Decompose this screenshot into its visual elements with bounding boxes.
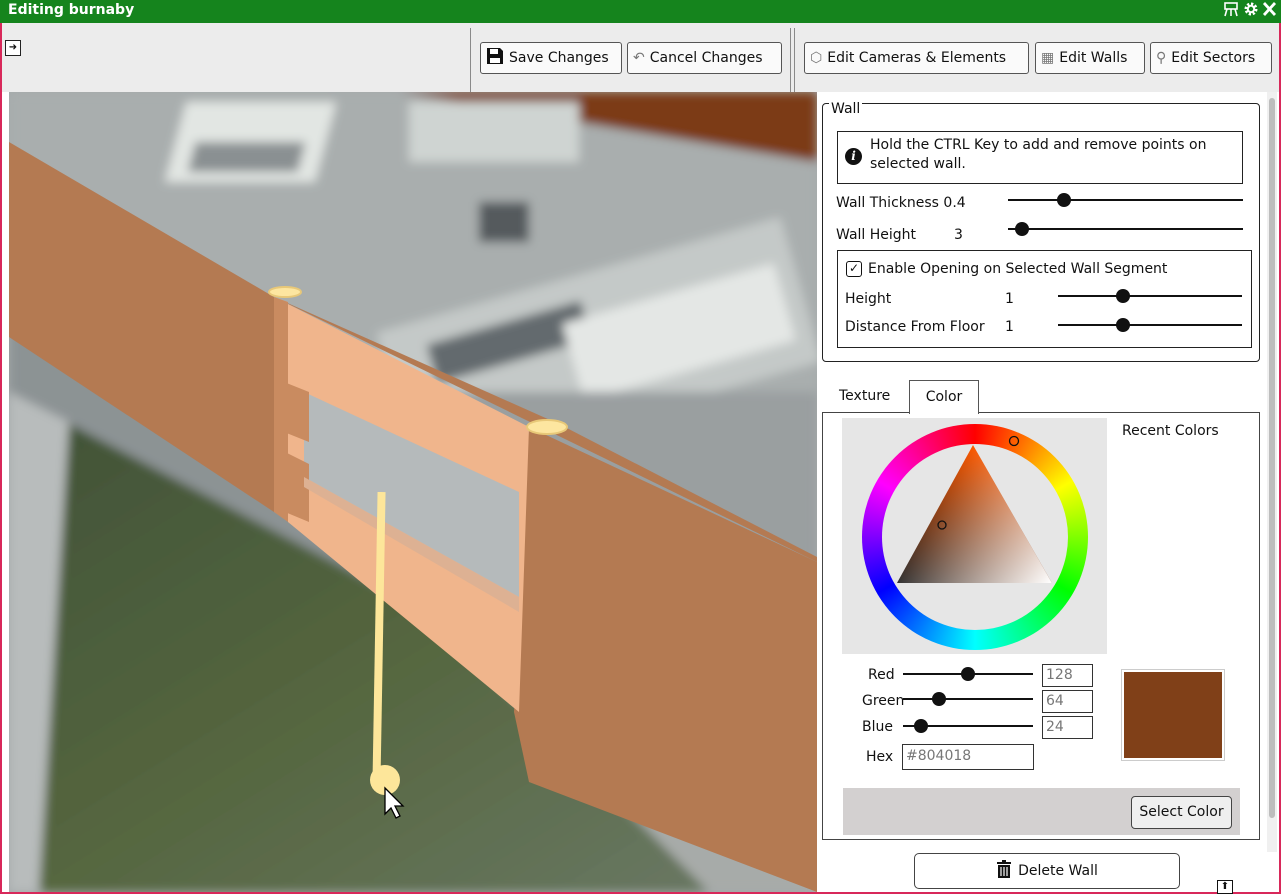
color-preview-swatch — [1121, 669, 1225, 761]
opening-height-slider[interactable] — [1058, 289, 1242, 303]
cancel-changes-button[interactable]: ↶ Cancel Changes — [627, 42, 782, 74]
green-input[interactable]: 64 — [1042, 690, 1093, 713]
slider-thumb[interactable] — [1115, 318, 1130, 332]
scrollbar-thumb[interactable] — [1269, 98, 1275, 818]
collapse-panel-button[interactable]: ➜ — [5, 40, 21, 56]
distance-from-floor-slider[interactable] — [1058, 318, 1242, 332]
hex-input[interactable]: #804018 — [902, 744, 1034, 770]
wall-height-slider[interactable] — [1008, 222, 1243, 236]
enable-opening-label: Enable Opening on Selected Wall Segment — [868, 261, 1168, 277]
info-icon: i — [845, 148, 862, 165]
title-bar: Editing burnaby — [0, 0, 1281, 23]
red-slider[interactable] — [903, 667, 1033, 681]
red-label: Red — [868, 667, 895, 683]
select-color-button[interactable]: Select Color — [1131, 796, 1232, 829]
info-text: Hold the CTRL Key to add and remove poin… — [870, 137, 1207, 172]
cube-icon: ⬡ — [810, 50, 823, 66]
title-icons — [1223, 1, 1277, 21]
opening-height-label: Height — [845, 291, 892, 307]
close-icon[interactable] — [1262, 1, 1277, 21]
wall-height-value: 3 — [954, 227, 963, 243]
slider-thumb[interactable] — [932, 692, 947, 706]
toolbar-separator — [794, 28, 795, 92]
color-wheel-picker[interactable] — [842, 418, 1107, 654]
panel-scrollbar[interactable] — [1267, 92, 1277, 852]
3d-viewport[interactable] — [9, 92, 817, 892]
scroll-up-button[interactable]: ⬆ — [1217, 880, 1233, 894]
green-slider[interactable] — [903, 692, 1033, 706]
wall-thickness-slider[interactable] — [1008, 193, 1243, 207]
undo-arrow-icon: ↶ — [633, 50, 645, 66]
green-label: Green — [862, 693, 905, 709]
slider-thumb[interactable] — [1115, 289, 1130, 303]
wall-thickness-value: 0.4 — [943, 195, 966, 211]
info-box: i Hold the CTRL Key to add and remove po… — [837, 131, 1243, 184]
hex-label: Hex — [866, 749, 894, 765]
enable-opening-checkbox[interactable]: ✓ — [846, 261, 862, 277]
wall-thickness-label: Wall Thickness 0.4 — [836, 195, 966, 211]
floppy-disk-icon — [486, 47, 504, 69]
bricks-icon: ▦ — [1041, 50, 1055, 66]
distance-from-floor-label: Distance From Floor — [845, 319, 985, 335]
tab-color[interactable]: Color — [909, 380, 979, 414]
slider-thumb[interactable] — [1014, 222, 1029, 236]
blue-input[interactable]: 24 — [1042, 716, 1093, 739]
gear-icon[interactable] — [1243, 1, 1259, 21]
slider-thumb[interactable] — [913, 719, 928, 733]
color-preview-fill — [1124, 672, 1222, 758]
edit-cameras-button[interactable]: ⬡ Edit Cameras & Elements — [804, 42, 1029, 74]
trash-icon — [996, 860, 1012, 882]
tab-texture[interactable]: Texture — [829, 380, 900, 413]
opening-height-value: 1 — [1005, 291, 1014, 307]
window-title: Editing burnaby — [8, 2, 135, 18]
wall-group-legend: Wall — [829, 101, 863, 117]
wall-height-label: Wall Height — [836, 227, 917, 243]
hue-handle[interactable] — [1008, 435, 1020, 447]
slider-thumb[interactable] — [961, 667, 976, 681]
distance-from-floor-value: 1 — [1005, 319, 1014, 335]
edit-walls-button[interactable]: ▦ Edit Walls — [1035, 42, 1145, 74]
toolbar-separator — [470, 28, 471, 92]
layout-icon[interactable] — [1223, 1, 1240, 21]
scene-canvas[interactable] — [9, 92, 817, 892]
save-changes-button[interactable]: Save Changes — [480, 42, 622, 74]
recent-colors-label: Recent Colors — [1122, 423, 1219, 439]
slider-thumb[interactable] — [1056, 193, 1071, 207]
blue-slider[interactable] — [903, 719, 1033, 733]
saturation-triangle[interactable] — [842, 418, 1107, 654]
edit-sectors-button[interactable]: ⚲ Edit Sectors — [1150, 42, 1272, 74]
delete-wall-button[interactable]: Delete Wall — [914, 853, 1180, 889]
red-input[interactable]: 128 — [1042, 664, 1093, 687]
sectors-icon: ⚲ — [1156, 50, 1167, 66]
toolbar-separator — [790, 28, 791, 92]
blue-label: Blue — [862, 719, 893, 735]
